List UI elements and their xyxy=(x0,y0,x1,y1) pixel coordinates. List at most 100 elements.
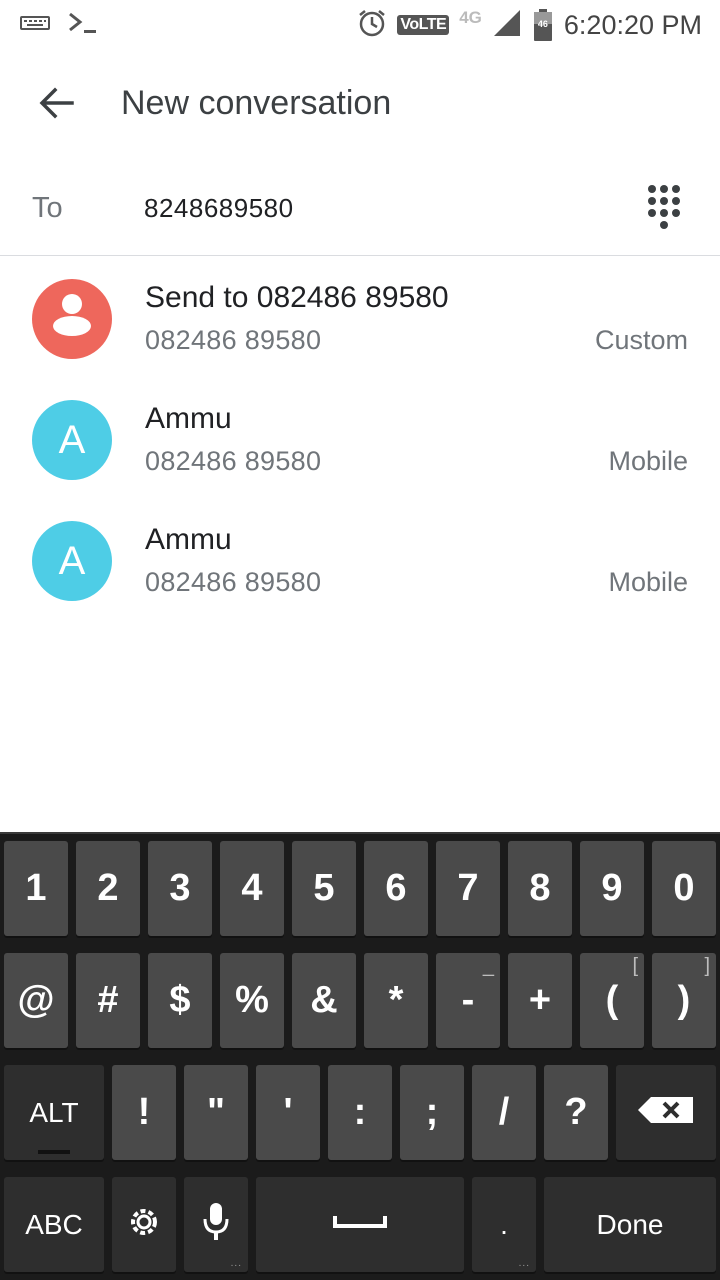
key-voice[interactable]: ... xyxy=(184,1177,248,1272)
key-label: $ xyxy=(169,979,191,1021)
key-settings[interactable] xyxy=(112,1177,176,1272)
key-8[interactable]: 8 xyxy=(508,841,572,936)
key-label: ' xyxy=(283,1091,293,1133)
contact-name: Ammu xyxy=(145,523,232,556)
key-label: @ xyxy=(17,979,55,1021)
key-abc[interactable]: ABC xyxy=(4,1177,104,1272)
key-asterisk[interactable]: * xyxy=(364,953,428,1048)
key-plus[interactable]: + xyxy=(508,953,572,1048)
key-label: Done xyxy=(596,1208,664,1240)
key-label: ALT xyxy=(29,1096,79,1128)
key-label: & xyxy=(310,979,338,1021)
key-label: ) xyxy=(677,979,691,1021)
key-label: ? xyxy=(564,1091,588,1133)
key-colon[interactable]: : xyxy=(328,1065,392,1160)
contact-name: Ammu xyxy=(145,402,232,435)
key-sub-label: [ xyxy=(632,955,638,977)
contact-name: Send to 082486 89580 xyxy=(145,281,449,314)
battery-level: 46 xyxy=(537,19,548,29)
key-open-paren[interactable]: ([ xyxy=(580,953,644,1048)
suggestion-send-to-number[interactable]: Send to 082486 89580 082486 89580 Custom xyxy=(0,257,720,378)
key-minus[interactable]: - _ xyxy=(436,953,500,1048)
recipient-input[interactable] xyxy=(144,188,604,228)
key-period[interactable]: .... xyxy=(472,1177,536,1272)
key-label: : xyxy=(353,1091,367,1133)
recipient-row: To xyxy=(0,158,720,256)
dialpad-button[interactable] xyxy=(638,180,690,236)
key-3[interactable]: 3 xyxy=(148,841,212,936)
key-single-quote[interactable]: ' xyxy=(256,1065,320,1160)
more-indicator: ... xyxy=(518,1258,530,1269)
key-alt[interactable]: ALT xyxy=(4,1065,104,1160)
key-slash[interactable]: / xyxy=(472,1065,536,1160)
key-at[interactable]: @ xyxy=(4,953,68,1048)
arrow-back-icon xyxy=(38,87,74,124)
key-6[interactable]: 6 xyxy=(364,841,428,936)
network-type: 4G xyxy=(459,8,482,27)
key-question[interactable]: ? xyxy=(544,1065,608,1160)
key-label: ! xyxy=(137,1091,151,1133)
key-label: 1 xyxy=(25,867,47,909)
keyboard-icon xyxy=(20,13,50,38)
key-label: 5 xyxy=(313,867,335,909)
key-9[interactable]: 9 xyxy=(580,841,644,936)
number-type: Mobile xyxy=(608,567,688,597)
key-label: 4 xyxy=(241,867,263,909)
avatar-letter: A xyxy=(58,417,86,462)
key-percent[interactable]: % xyxy=(220,953,284,1048)
space-icon xyxy=(333,1214,387,1235)
key-close-paren[interactable]: )] xyxy=(652,953,716,1048)
key-exclamation[interactable]: ! xyxy=(112,1065,176,1160)
key-4[interactable]: 4 xyxy=(220,841,284,936)
key-dollar[interactable]: $ xyxy=(148,953,212,1048)
key-label: ( xyxy=(605,979,619,1021)
app-bar: New conversation xyxy=(0,50,720,158)
key-hash[interactable]: # xyxy=(76,953,140,1048)
key-label: 9 xyxy=(601,867,623,909)
person-icon xyxy=(32,279,112,359)
key-label: 3 xyxy=(169,867,191,909)
key-7[interactable]: 7 xyxy=(436,841,500,936)
number-type: Custom xyxy=(594,325,688,355)
key-backspace[interactable] xyxy=(616,1065,716,1160)
microphone-icon xyxy=(202,1201,230,1248)
signal-icon xyxy=(492,8,522,43)
key-label: + xyxy=(528,979,552,1021)
suggestion-contact[interactable]: A Ammu 082486 89580 Mobile xyxy=(0,378,720,499)
key-label: 0 xyxy=(673,867,695,909)
key-label: " xyxy=(206,1091,226,1133)
key-5[interactable]: 5 xyxy=(292,841,356,936)
terminal-icon xyxy=(66,8,100,43)
key-done[interactable]: Done xyxy=(544,1177,716,1272)
key-label: 8 xyxy=(529,867,551,909)
avatar xyxy=(32,279,112,359)
key-semicolon[interactable]: ; xyxy=(400,1065,464,1160)
key-label: / xyxy=(498,1091,510,1133)
key-double-quote[interactable]: " xyxy=(184,1065,248,1160)
contact-suggestions: Send to 082486 89580 082486 89580 Custom… xyxy=(0,257,720,620)
key-0[interactable]: 0 xyxy=(652,841,716,936)
key-label: * xyxy=(388,979,404,1021)
avatar: A xyxy=(32,400,112,480)
key-2[interactable]: 2 xyxy=(76,841,140,936)
key-space[interactable] xyxy=(256,1177,464,1272)
alarm-icon xyxy=(357,8,387,43)
status-time: 6:20:20 PM xyxy=(563,9,702,40)
key-label: ABC xyxy=(25,1208,83,1240)
dialpad-icon xyxy=(638,185,690,240)
volte-badge: VoLTE xyxy=(397,15,450,35)
key-label: # xyxy=(97,979,119,1021)
key-sub-label: ] xyxy=(704,955,710,977)
back-button[interactable] xyxy=(24,78,88,132)
contact-number: 082486 89580 xyxy=(145,325,322,355)
key-1[interactable]: 1 xyxy=(4,841,68,936)
suggestion-contact[interactable]: A Ammu 082486 89580 Mobile xyxy=(0,499,720,620)
on-screen-keyboard: 1 2 3 4 5 6 7 8 9 0 @ # $ % & * - _ + ([ … xyxy=(0,832,720,1280)
contact-number: 082486 89580 xyxy=(145,446,322,476)
key-label: % xyxy=(235,979,269,1021)
more-indicator: ... xyxy=(230,1258,242,1269)
page-title: New conversation xyxy=(121,84,392,122)
key-label: 6 xyxy=(385,867,407,909)
to-label: To xyxy=(32,192,63,224)
key-ampersand[interactable]: & xyxy=(292,953,356,1048)
